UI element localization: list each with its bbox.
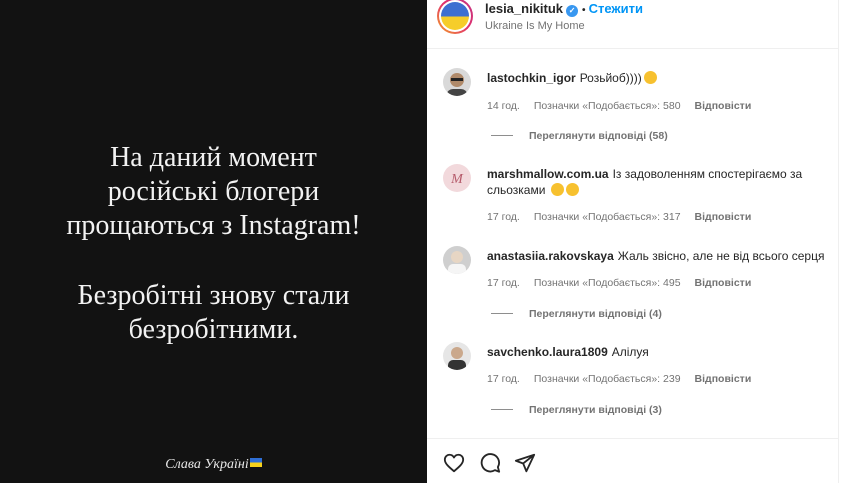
share-icon[interactable] [514, 452, 536, 474]
scroll-gutter [838, 0, 860, 483]
post-text-line: безробітними. [128, 314, 299, 345]
follow-button[interactable]: Стежити [589, 1, 643, 16]
post-text-line: прощаються з Instagram! [66, 210, 361, 241]
comment-meta: 17 год. Позначки «Подобається»: 317 Відпов… [487, 211, 765, 223]
comment-meta: 17 год. Позначки «Подобається»: 495 Відпов… [487, 277, 765, 289]
comment-avatar[interactable] [443, 246, 471, 274]
comment-time: 17 год. [487, 211, 520, 223]
comment-text: savchenko.laura1809 Алілуя [487, 344, 827, 360]
separator-dot: • [582, 5, 586, 16]
profile-subtitle: Ukraine Is My Home [485, 20, 585, 32]
ukraine-flag-icon [249, 458, 262, 467]
comments-panel: lesia_nikituk ✓ • Стежити Ukraine Is My Hom… [427, 0, 839, 483]
view-replies-button[interactable]: Переглянути відповіді (58) [491, 130, 668, 142]
post-footer-text: Слава Україні [165, 457, 249, 472]
reply-button[interactable]: Відповісти [695, 373, 752, 385]
comment-text: marshmallow.com.ua Із задоволенням спосте… [487, 166, 827, 198]
svg-text:M: M [450, 172, 464, 187]
comment-body: Розьйоб)))) [579, 71, 642, 85]
heart-icon[interactable] [443, 452, 465, 474]
laughing-emoji-icon [643, 71, 657, 84]
username[interactable]: lesia_nikituk [485, 1, 563, 16]
avatar[interactable] [437, 0, 473, 34]
actions-divider [427, 438, 839, 439]
comment-body: Алілуя [611, 345, 649, 359]
star-eyes-emoji-icon [550, 183, 564, 196]
post-text-line: На даний момент [110, 142, 317, 173]
comment-username[interactable]: savchenko.laura1809 [487, 345, 608, 359]
replies-line [491, 313, 513, 314]
view-replies-label: Переглянути відповіді (4) [529, 308, 662, 320]
comment-text: lastochkin_igor Розьйоб)))) [487, 70, 827, 86]
comment-username[interactable]: lastochkin_igor [487, 71, 576, 85]
view-replies-label: Переглянути відповіді (3) [529, 404, 662, 416]
star-eyes-emoji-icon [565, 183, 579, 196]
reply-button[interactable]: Відповісти [695, 100, 752, 112]
post-text-line: Безробітні знову стали [77, 280, 350, 311]
comment-icon[interactable] [479, 452, 501, 474]
comment-likes[interactable]: Позначки «Подобається»: 580 [534, 100, 681, 112]
comment-body: Жаль звісно, але не від всього серця [617, 249, 825, 263]
view-replies-button[interactable]: Переглянути відповіді (3) [491, 404, 662, 416]
view-replies-button[interactable]: Переглянути відповіді (4) [491, 308, 662, 320]
comment-meta: 17 год. Позначки «Подобається»: 239 Відпов… [487, 373, 765, 385]
post-header: lesia_nikituk ✓ • Стежити Ukraine Is My Hom… [427, 0, 839, 49]
comment-text: anastasiia.rakovskaya Жаль звісно, але не… [487, 248, 827, 264]
replies-line [491, 135, 513, 136]
post-image: На даний момент російські блогери прощаю… [0, 0, 427, 483]
post-text-line: російські блогери [107, 176, 320, 207]
comment-avatar[interactable] [443, 342, 471, 370]
comment-time: 17 год. [487, 277, 520, 289]
comment-username[interactable]: anastasiia.rakovskaya [487, 249, 614, 263]
view-replies-label: Переглянути відповіді (58) [529, 130, 668, 142]
replies-line [491, 409, 513, 410]
post-text-block-1: На даний момент російські блогери прощаю… [0, 141, 427, 243]
comment-likes[interactable]: Позначки «Подобається»: 317 [534, 211, 681, 223]
comment-avatar[interactable]: M [443, 164, 471, 192]
reply-button[interactable]: Відповісти [695, 277, 752, 289]
comment-likes[interactable]: Позначки «Подобається»: 239 [534, 373, 681, 385]
post-text-block-2: Безробітні знову стали безробітними. [0, 279, 427, 347]
comment-time: 14 год. [487, 100, 520, 112]
comment-username[interactable]: marshmallow.com.ua [487, 167, 609, 181]
comment-time: 17 год. [487, 373, 520, 385]
comment-likes[interactable]: Позначки «Подобається»: 495 [534, 277, 681, 289]
reply-button[interactable]: Відповісти [695, 211, 752, 223]
comment-meta: 14 год. Позначки «Подобається»: 580 Відпов… [487, 100, 765, 112]
comment-avatar[interactable] [443, 68, 471, 96]
post-footer: Слава Україні [0, 457, 427, 473]
ukraine-flag-icon [441, 2, 469, 30]
verified-icon: ✓ [566, 5, 579, 17]
